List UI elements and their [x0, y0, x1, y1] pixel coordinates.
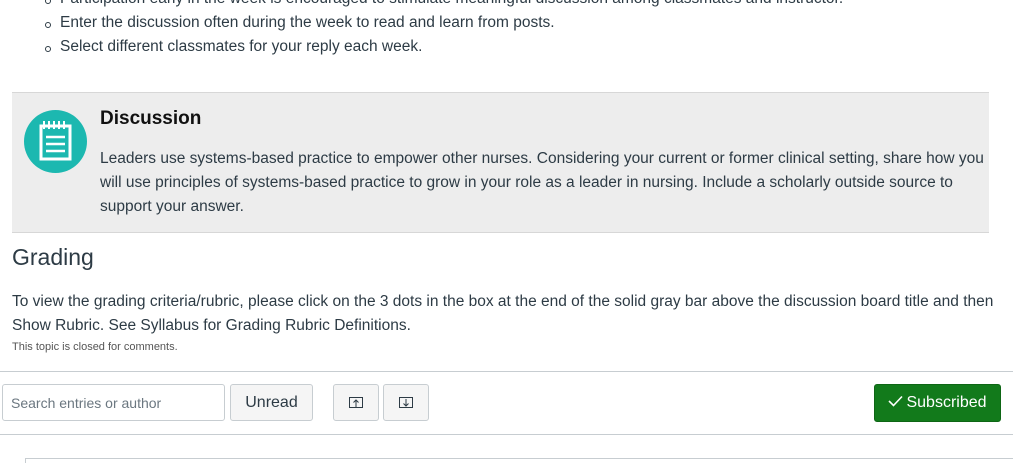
subscribed-label: Subscribed [906, 394, 987, 411]
divider [0, 434, 1013, 435]
discussion-callout: Discussion Leaders use systems-based pra… [12, 92, 989, 233]
arrow-up-icon [349, 397, 363, 408]
list-item: Enter the discussion often during the we… [44, 11, 843, 35]
list-item: Participation early in the week is encou… [44, 0, 843, 11]
checkmark-icon [888, 394, 904, 412]
search-input[interactable] [2, 384, 225, 421]
arrow-down-icon [399, 397, 413, 408]
unread-button[interactable]: Unread [230, 384, 313, 421]
notepad-icon [24, 110, 87, 173]
closed-note: This topic is closed for comments. [12, 341, 178, 353]
grading-heading: Grading [12, 244, 94, 270]
expand-replies-button[interactable] [383, 384, 429, 421]
discussion-page: Participation early in the week is encou… [0, 0, 1013, 463]
discussion-entry [25, 458, 1013, 463]
callout-title: Discussion [100, 108, 202, 129]
grading-text: To view the grading criteria/rubric, ple… [12, 293, 994, 334]
instructions-list: Participation early in the week is encou… [0, 0, 843, 59]
divider [0, 371, 1013, 372]
callout-body: Leaders use systems-based practice to em… [100, 150, 984, 215]
subscribed-button[interactable]: Subscribed [874, 384, 1001, 422]
list-item: Select different classmates for your rep… [44, 35, 843, 59]
collapse-replies-button[interactable] [333, 384, 379, 421]
